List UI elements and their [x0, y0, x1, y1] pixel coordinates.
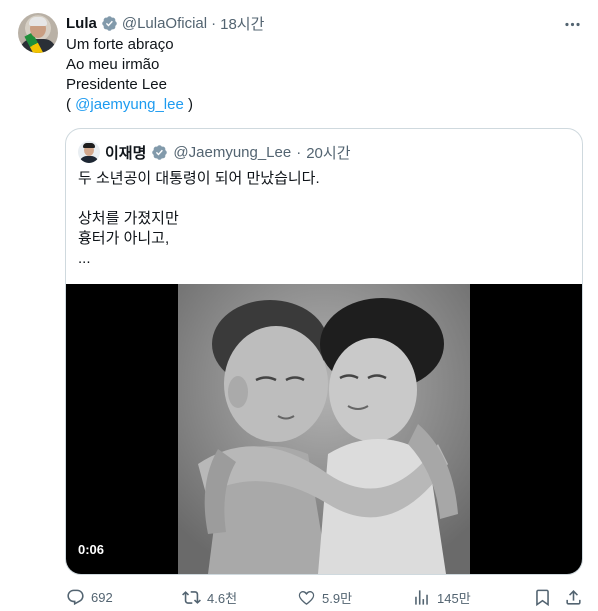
- views-button[interactable]: 145만: [412, 586, 471, 608]
- tweet-text: Um forte abraço Ao meu irmão Presidente …: [66, 35, 193, 115]
- quoted-tweet-text: 두 소년공이 대통령이 되어 만났습니다. 상처를 가졌지만 흉터가 아니고, …: [78, 169, 320, 269]
- repost-icon: [182, 590, 201, 604]
- bookmark-button[interactable]: [533, 586, 552, 608]
- quoted-author-handle[interactable]: @Jaemyung_Lee: [173, 144, 291, 161]
- quoted-author-avatar[interactable]: [78, 141, 100, 163]
- like-icon: [298, 590, 315, 605]
- tweet-timestamp[interactable]: 18시간: [220, 13, 264, 34]
- like-count: 5.9만: [322, 590, 353, 606]
- quoted-text-line: ...: [78, 250, 91, 267]
- author-name[interactable]: Lula: [66, 15, 97, 32]
- reply-icon: [67, 589, 84, 605]
- quoted-author-name[interactable]: 이재명: [105, 142, 146, 163]
- share-icon: [566, 589, 581, 605]
- views-count: 145만: [437, 590, 471, 606]
- author-handle[interactable]: @LulaOficial: [122, 15, 207, 32]
- mention-open-paren: (: [66, 96, 76, 113]
- tweet-mention-line: ( @jaemyung_lee ): [66, 95, 193, 115]
- views-icon: [415, 589, 428, 605]
- reply-count: 692: [91, 589, 113, 605]
- tweet-text-line: Ao meu irmão: [66, 56, 160, 73]
- tweet-header: Lula @LulaOficial · 18시간: [66, 13, 264, 33]
- reply-button[interactable]: 692: [66, 586, 113, 608]
- video-still-image: [178, 284, 470, 574]
- video-player[interactable]: 0:06: [66, 284, 582, 574]
- quoted-timestamp[interactable]: 20시간: [306, 142, 350, 163]
- quoted-tweet-header: 이재명 @Jaemyung_Lee · 20시간: [78, 141, 351, 163]
- video-frame: [178, 284, 470, 574]
- more-icon[interactable]: [562, 14, 582, 34]
- quoted-tweet[interactable]: 이재명 @Jaemyung_Lee · 20시간 두 소년공이 대통령이 되어 …: [65, 128, 583, 575]
- quoted-text-line: 흉터가 아니고,: [78, 230, 170, 247]
- mention-link[interactable]: @jaemyung_lee: [75, 96, 184, 113]
- verified-badge-icon: [102, 15, 117, 31]
- bookmark-icon: [536, 589, 549, 606]
- author-avatar[interactable]: [18, 13, 58, 53]
- tweet-text-line: Presidente Lee: [66, 76, 167, 93]
- repost-count: 4.6천: [207, 590, 238, 606]
- tweet: Lula @LulaOficial · 18시간 Um forte abraço…: [0, 0, 598, 611]
- share-button[interactable]: [564, 586, 583, 608]
- separator-dot: ·: [211, 14, 217, 32]
- quoted-text-line: 상처를 가졌지만: [78, 210, 179, 227]
- video-duration-badge: 0:06: [78, 542, 105, 557]
- quoted-text-line: 두 소년공이 대통령이 되어 만났습니다.: [78, 170, 320, 187]
- tweet-text-line: Um forte abraço: [66, 36, 174, 53]
- separator-dot: ·: [296, 143, 302, 161]
- mention-close-paren: ): [183, 96, 193, 113]
- verified-badge-icon: [152, 144, 168, 160]
- like-button[interactable]: 5.9만: [297, 586, 352, 608]
- tweet-actions-bar: 692 4.6천 5.9만 145만: [66, 586, 586, 608]
- repost-button[interactable]: 4.6천: [182, 586, 237, 608]
